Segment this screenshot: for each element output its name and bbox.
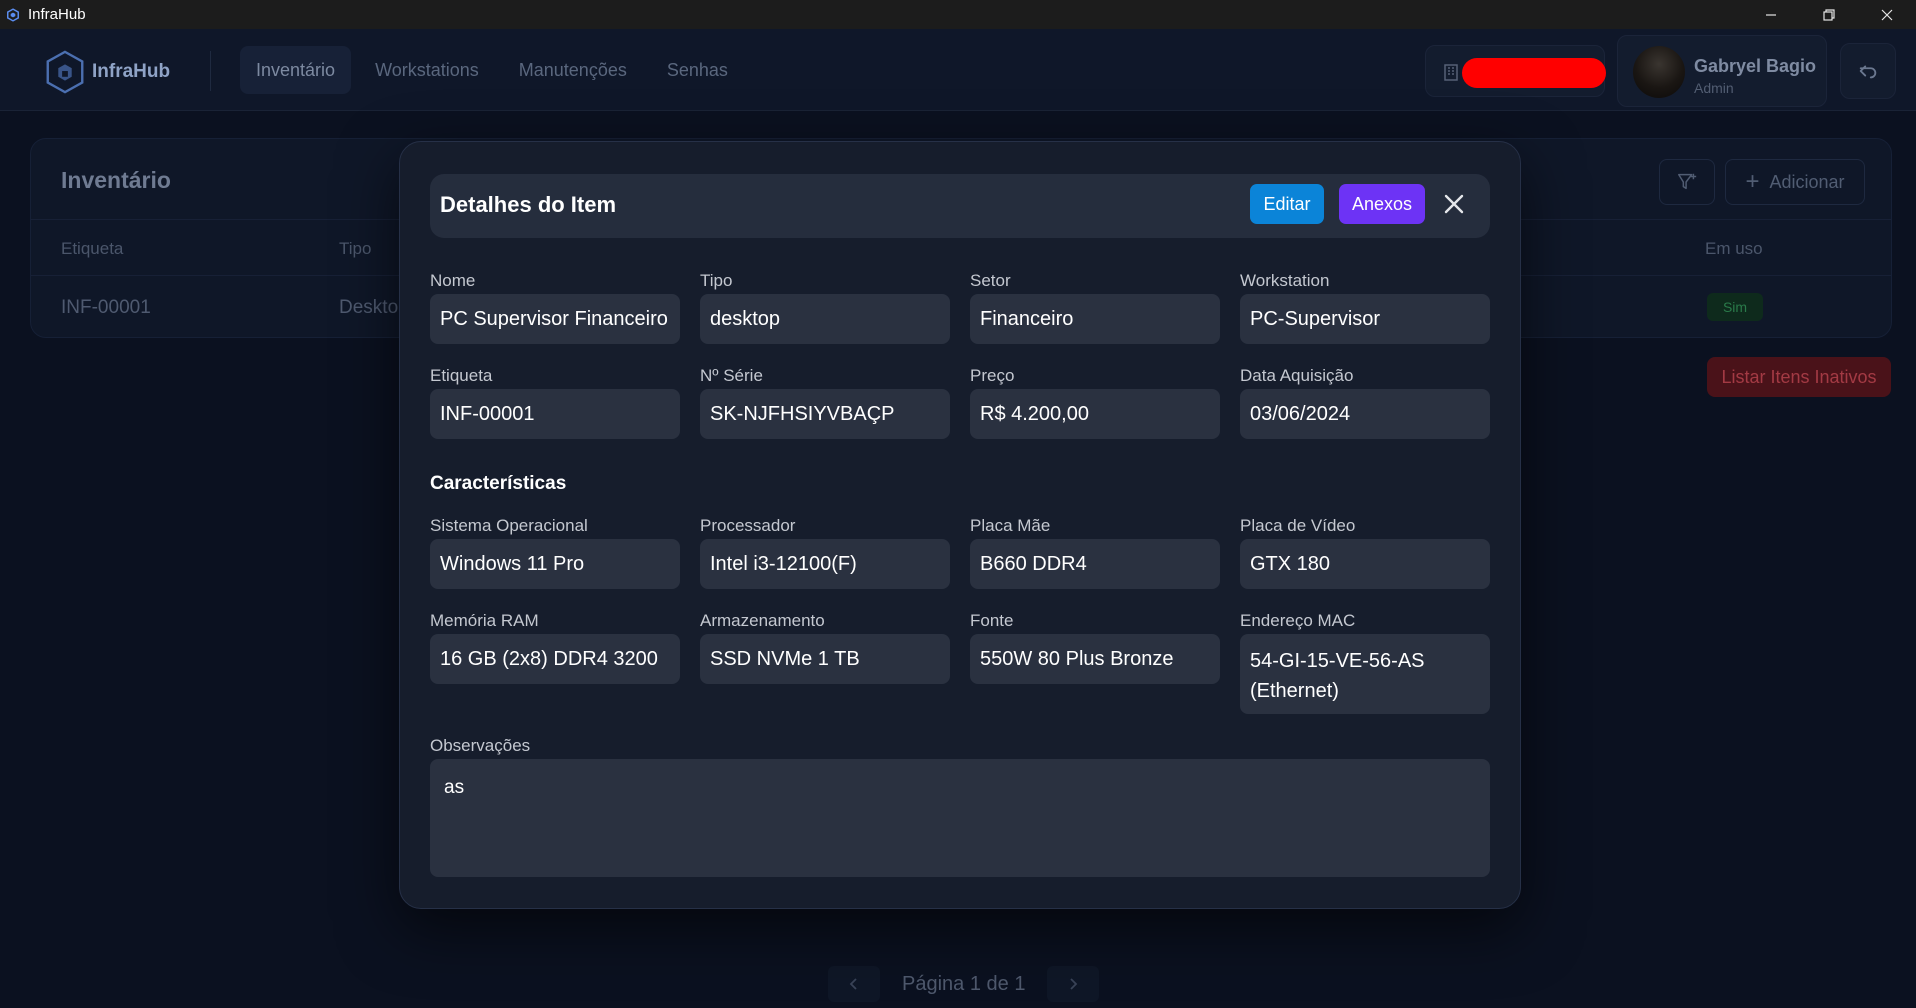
close-icon[interactable] bbox=[1442, 192, 1466, 216]
window-titlebar: InfraHub bbox=[0, 0, 1916, 29]
restore-button[interactable] bbox=[1800, 0, 1858, 29]
status-badge: Sim bbox=[1707, 293, 1763, 321]
plus-icon: + bbox=[1745, 168, 1760, 195]
inventory-title: Inventário bbox=[61, 167, 171, 193]
attachments-button[interactable]: Anexos bbox=[1339, 184, 1425, 224]
item-details-modal: Detalhes do Item Editar Anexos Nome PC S… bbox=[399, 141, 1521, 909]
column-header-em-uso[interactable]: Em uso bbox=[1705, 239, 1763, 259]
nav-inventario[interactable]: Inventário bbox=[240, 46, 352, 94]
field-etiqueta[interactable]: INF-00001 bbox=[430, 389, 680, 439]
hexagon-logo-icon bbox=[46, 50, 84, 94]
field-tipo[interactable]: desktop bbox=[700, 294, 950, 344]
field-label-mac: Endereço MAC bbox=[1240, 611, 1356, 630]
notes-field[interactable]: as bbox=[430, 759, 1490, 877]
field-label-armazenamento: Armazenamento bbox=[700, 611, 825, 630]
field-serie[interactable]: SK-NJFHSIYVBAÇP bbox=[700, 389, 950, 439]
notes-label: Observações bbox=[430, 736, 531, 755]
modal-header: Detalhes do Item Editar Anexos bbox=[430, 174, 1490, 238]
chevron-left-icon bbox=[849, 978, 857, 990]
field-label-placa-mae: Placa Mãe bbox=[970, 516, 1051, 535]
company-selector[interactable] bbox=[1425, 45, 1606, 97]
avatar bbox=[1633, 46, 1685, 98]
app-header: InfraHub Inventário Workstations Manuten… bbox=[0, 29, 1916, 111]
user-card[interactable]: Gabryel Bagio Admin bbox=[1617, 35, 1827, 107]
field-preco[interactable]: R$ 4.200,00 bbox=[970, 389, 1220, 439]
field-processador[interactable]: Intel i3-12100(F) bbox=[700, 539, 950, 589]
user-role: Admin bbox=[1694, 80, 1734, 96]
logout-button[interactable] bbox=[1840, 43, 1896, 99]
field-workstation[interactable]: PC-Supervisor bbox=[1240, 294, 1490, 344]
field-label-data-aquisicao: Data Aquisição bbox=[1240, 366, 1354, 385]
add-label: Adicionar bbox=[1769, 171, 1845, 192]
field-label-tipo: Tipo bbox=[700, 271, 733, 290]
chevron-right-icon bbox=[1070, 978, 1078, 990]
nav-senhas[interactable]: Senhas bbox=[651, 46, 744, 94]
field-so[interactable]: Windows 11 Pro bbox=[430, 539, 680, 589]
restore-icon bbox=[1823, 8, 1835, 21]
field-mac[interactable]: 54-GI-15-VE-56-AS (Ethernet) bbox=[1240, 634, 1490, 714]
nav-manutencoes[interactable]: Manutenções bbox=[503, 46, 643, 94]
app-logo-icon bbox=[7, 7, 19, 22]
list-inactive-button[interactable]: Listar Itens Inativos bbox=[1707, 357, 1891, 397]
field-label-workstation: Workstation bbox=[1240, 271, 1330, 290]
add-item-button[interactable]: + Adicionar bbox=[1725, 159, 1865, 205]
close-window-button[interactable] bbox=[1858, 0, 1916, 29]
undo-arrow-icon bbox=[1859, 65, 1877, 79]
field-label-so: Sistema Operacional bbox=[430, 516, 588, 535]
prev-page-button[interactable] bbox=[828, 966, 880, 1002]
close-icon bbox=[1881, 9, 1893, 20]
field-label-placa-video: Placa de Vídeo bbox=[1240, 516, 1356, 535]
field-fonte[interactable]: 550W 80 Plus Bronze bbox=[970, 634, 1220, 684]
brand[interactable]: InfraHub bbox=[42, 49, 170, 95]
field-placa-video[interactable]: GTX 180 bbox=[1240, 539, 1490, 589]
edit-button[interactable]: Editar bbox=[1250, 184, 1324, 224]
field-label-memoria: Memória RAM bbox=[430, 611, 539, 630]
brand-name: InfraHub bbox=[92, 61, 171, 82]
field-armazenamento[interactable]: SSD NVMe 1 TB bbox=[700, 634, 950, 684]
field-label-etiqueta: Etiqueta bbox=[430, 366, 493, 385]
filter-button[interactable] bbox=[1659, 159, 1715, 205]
field-data-aquisicao[interactable]: 03/06/2024 bbox=[1240, 389, 1490, 439]
column-header-etiqueta[interactable]: Etiqueta bbox=[61, 239, 123, 259]
nav-workstations[interactable]: Workstations bbox=[359, 46, 495, 94]
page-indicator: Página 1 de 1 bbox=[902, 972, 1026, 995]
characteristics-title: Características bbox=[430, 473, 567, 494]
column-header-tipo[interactable]: Tipo bbox=[339, 239, 371, 259]
building-icon bbox=[1444, 64, 1458, 81]
pagination: Página 1 de 1 bbox=[828, 966, 1100, 1002]
field-setor[interactable]: Financeiro bbox=[970, 294, 1220, 344]
field-placa-mae[interactable]: B660 DDR4 bbox=[970, 539, 1220, 589]
redacted-mark bbox=[1462, 58, 1606, 88]
modal-title: Detalhes do Item bbox=[440, 192, 617, 217]
minimize-button[interactable] bbox=[1742, 0, 1800, 29]
field-label-processador: Processador bbox=[700, 516, 796, 535]
field-label-fonte: Fonte bbox=[970, 611, 1014, 630]
header-divider bbox=[210, 51, 211, 91]
field-label-nome: Nome bbox=[430, 271, 476, 290]
minimize-icon bbox=[1766, 13, 1776, 16]
field-label-preco: Preço bbox=[970, 366, 1015, 385]
field-label-setor: Setor bbox=[970, 271, 1011, 290]
row-tipo: Deskto bbox=[339, 297, 399, 318]
row-etiqueta: INF-00001 bbox=[61, 297, 151, 318]
next-page-button[interactable] bbox=[1047, 966, 1100, 1002]
field-nome[interactable]: PC Supervisor Financeiro bbox=[430, 294, 680, 344]
main-nav: Inventário Workstations Manutenções Senh… bbox=[240, 46, 752, 94]
field-label-serie: Nº Série bbox=[700, 366, 763, 385]
field-memoria[interactable]: 16 GB (2x8) DDR4 3200 bbox=[430, 634, 680, 684]
filter-icon bbox=[1678, 173, 1697, 190]
user-name: Gabryel Bagio bbox=[1694, 56, 1817, 76]
window-title: InfraHub bbox=[28, 6, 86, 23]
